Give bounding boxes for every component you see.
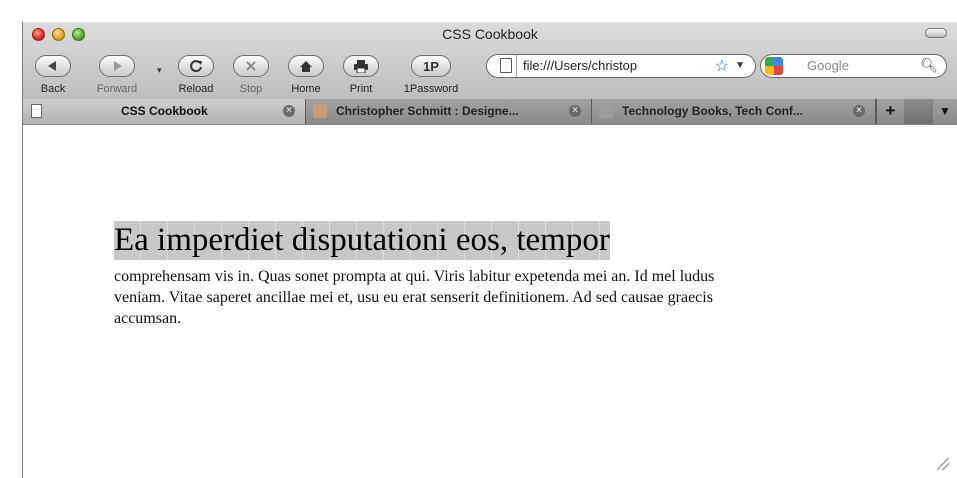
page-heading: Ea imperdiet disputationi eos, tempor	[114, 221, 610, 260]
resize-grip-icon[interactable]	[937, 458, 949, 470]
site-favicon-icon	[599, 104, 613, 118]
forward-button[interactable]	[99, 55, 135, 77]
search-input[interactable]: Google	[807, 58, 849, 73]
tab-label: Technology Books, Tech Conf...	[622, 104, 803, 118]
printer-icon	[354, 59, 368, 73]
search-icon[interactable]: 🔍︎	[920, 57, 938, 74]
tab-close-icon[interactable]: ×	[569, 105, 581, 117]
url-text[interactable]: file:///Users/christop	[523, 58, 637, 73]
url-dropdown-icon[interactable]: ▼	[735, 60, 745, 71]
tab-technology-books[interactable]: Technology Books, Tech Conf... ×	[592, 99, 876, 124]
page-document-icon	[500, 58, 512, 73]
reload-label: Reload	[178, 83, 214, 95]
page-content: Ea imperdiet disputationi eos, tempor co…	[23, 125, 957, 478]
tab-bar: CSS Cookbook × Christopher Schmitt : Des…	[23, 99, 957, 124]
stop-x-icon	[246, 61, 256, 71]
tab-close-icon[interactable]: ×	[283, 105, 295, 117]
print-button[interactable]	[343, 55, 379, 77]
home-icon	[300, 60, 312, 72]
site-favicon-icon	[313, 104, 327, 118]
browser-window: CSS Cookbook Back Forward ▾ Reload Stop …	[22, 22, 957, 478]
address-bar[interactable]: file:///Users/christop ☆ ▼	[486, 54, 756, 78]
window-title: CSS Cookbook	[442, 26, 538, 42]
body-paragraph: comprehensam vis in. Quas sonet prompta …	[114, 268, 715, 327]
tab-css-cookbook[interactable]: CSS Cookbook ×	[23, 99, 306, 124]
print-label: Print	[349, 83, 373, 95]
reload-button[interactable]	[178, 55, 214, 77]
stop-button[interactable]	[233, 55, 269, 77]
right-arrow-icon	[114, 61, 122, 71]
toolbar-toggle-button[interactable]	[925, 28, 947, 38]
browser-chrome: CSS Cookbook Back Forward ▾ Reload Stop …	[23, 22, 957, 125]
stop-label: Stop	[239, 83, 263, 95]
onepassword-label: 1Password	[403, 83, 459, 95]
history-dropdown-icon[interactable]: ▾	[157, 65, 162, 76]
tab-document-icon	[31, 104, 42, 118]
forward-label: Forward	[96, 83, 138, 95]
google-engine-icon[interactable]	[765, 57, 783, 75]
back-label: Back	[40, 83, 66, 95]
onepassword-button[interactable]: 1P	[411, 55, 451, 77]
tab-label: Christopher Schmitt : Designe...	[336, 104, 519, 118]
title-bar: CSS Cookbook	[23, 22, 957, 44]
tab-christopher-schmitt[interactable]: Christopher Schmitt : Designe... ×	[306, 99, 592, 124]
tab-label: CSS Cookbook	[121, 104, 208, 118]
tab-list-icon[interactable]: ▼	[933, 99, 957, 124]
left-arrow-icon	[48, 61, 56, 71]
onepassword-icon: 1P	[423, 58, 439, 74]
home-button[interactable]	[288, 55, 324, 77]
address-divider	[516, 55, 517, 77]
home-label: Home	[291, 83, 321, 95]
bookmark-star-icon[interactable]: ☆	[715, 56, 729, 76]
reload-icon	[190, 60, 202, 73]
search-bar[interactable]: Google 🔍︎	[760, 54, 947, 78]
new-tab-button[interactable]: +	[876, 99, 904, 124]
tab-close-icon[interactable]: ×	[853, 105, 865, 117]
back-button[interactable]	[35, 55, 71, 77]
